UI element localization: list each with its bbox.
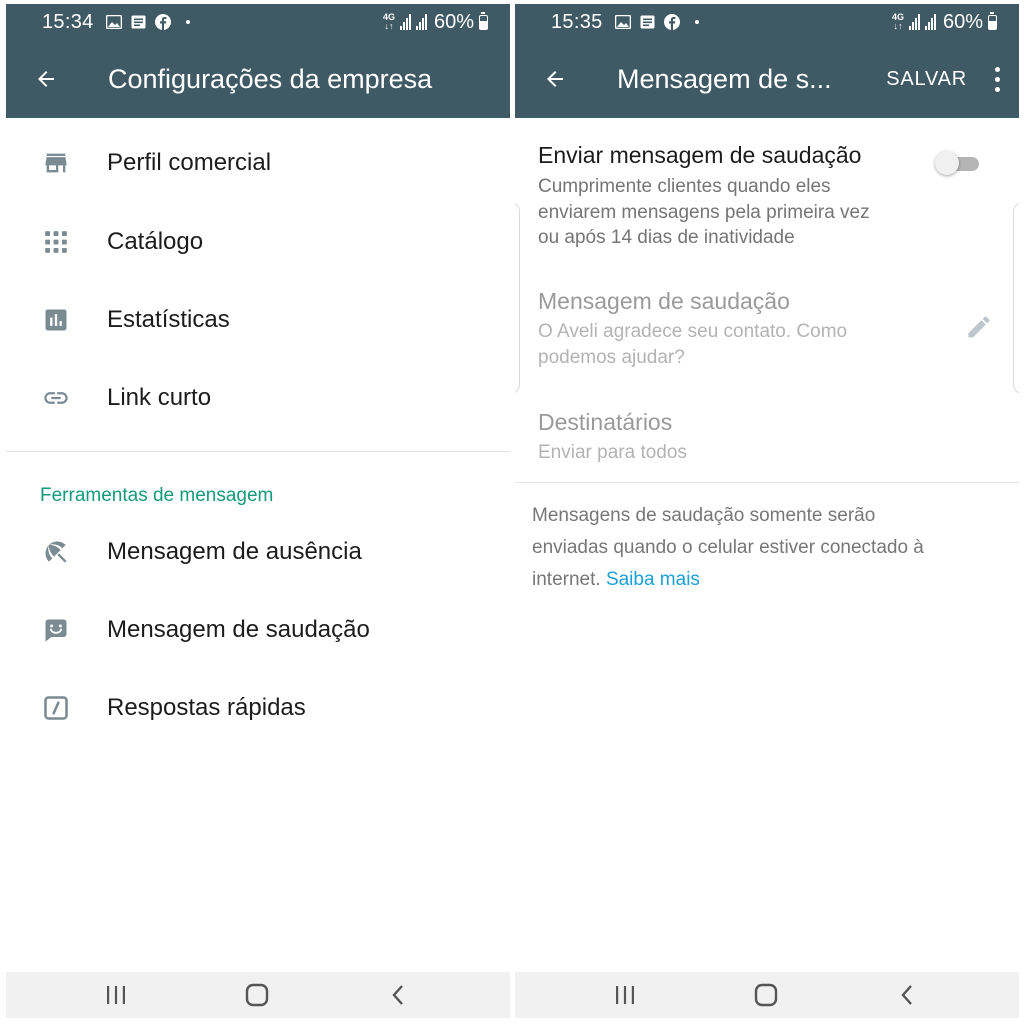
smiley-message-icon (42, 616, 70, 644)
status-time: 15:34 (42, 10, 94, 33)
menu-item-away-message[interactable]: Mensagem de ausência (6, 513, 510, 591)
facebook-notification-icon (663, 14, 680, 30)
bar-chart-icon (42, 306, 70, 334)
app-bar: Configurações da empresa (6, 40, 510, 118)
link-icon (42, 384, 70, 412)
menu-item-short-link[interactable]: Link curto (6, 359, 510, 437)
recents-icon (107, 986, 125, 1004)
status-bar: 15:34 4G ↓↑ 60% (6, 4, 510, 40)
network-type: 4G ↓↑ (382, 12, 395, 31)
pencil-icon (968, 316, 990, 338)
arrow-back-icon (547, 71, 563, 87)
more-vert-icon (994, 66, 1000, 72)
page-title: Mensagem de s... (617, 63, 832, 94)
facebook-notification-icon (154, 14, 171, 30)
signal-icon-2 (924, 14, 936, 30)
battery-icon (479, 11, 488, 30)
status-time: 15:35 (551, 10, 603, 33)
menu-item-statistics[interactable]: Estatísticas (6, 281, 510, 359)
info-note-line2: enviadas quando o celular estiver conect… (532, 537, 924, 558)
chevron-left-icon (901, 985, 912, 1005)
network-type: 4G ↓↑ (891, 12, 904, 31)
news-notification-icon (640, 15, 655, 29)
greeting-message-screen: 15:35 4G ↓↑ 60% Mensagem de s... SALVAR E… (515, 4, 1019, 1018)
send-greeting-toggle[interactable] (935, 150, 981, 176)
info-note-line1: Mensagens de saudação somente serão (532, 505, 876, 526)
recents-button[interactable] (98, 981, 134, 1009)
send-greeting-desc-line3: ou após 14 dias de inatividade (538, 227, 795, 248)
home-button[interactable] (748, 981, 784, 1009)
home-icon (245, 983, 269, 1007)
section-header-messaging-tools: Ferramentas de mensagem (40, 485, 274, 506)
menu-item-catalog[interactable]: Catálogo (6, 203, 510, 281)
save-button[interactable]: SALVAR (886, 68, 967, 91)
home-button[interactable] (239, 981, 275, 1009)
battery-percent: 60% (942, 10, 983, 33)
greeting-message-text-line2: podemos ajudar? (538, 347, 685, 368)
send-greeting-desc-line2: enviarem mensagens pela primeira vez (538, 202, 870, 223)
app-bar: Mensagem de s... SALVAR (515, 40, 1019, 118)
signal-icon (399, 14, 411, 30)
page-title: Configurações da empresa (108, 63, 433, 94)
menu-item-greeting-message[interactable]: Mensagem de saudação (6, 591, 510, 669)
settings-divider (515, 482, 1019, 483)
image-notification-icon (105, 15, 122, 29)
recents-button[interactable] (607, 981, 643, 1009)
battery-percent: 60% (433, 10, 474, 33)
status-bar: 15:35 4G ↓↑ 60% (515, 4, 1019, 40)
store-icon (42, 149, 70, 177)
info-note-line3: internet. (532, 569, 601, 590)
greeting-message-title: Mensagem de saudação (538, 288, 790, 314)
more-options-button[interactable] (985, 59, 1009, 99)
notification-dot (694, 20, 699, 24)
grid-dots-icon (42, 228, 70, 256)
section-divider (6, 451, 510, 452)
battery-icon (988, 11, 997, 30)
edge-overlay-right (1013, 202, 1019, 394)
system-nav-bar (515, 972, 1019, 1018)
menu-item-quick-replies[interactable]: Respostas rápidas (6, 669, 510, 747)
back-button[interactable] (26, 59, 66, 99)
send-greeting-desc-line1: Cumprimente clientes quando eles (538, 176, 831, 197)
recipients-value: Enviar para todos (538, 442, 687, 463)
system-nav-bar (6, 972, 510, 1018)
notification-dot (185, 20, 190, 24)
image-notification-icon (614, 15, 631, 29)
edge-overlay-left (515, 202, 520, 394)
info-note: Mensagens de saudação somente serão envi… (532, 500, 1002, 596)
learn-more-link[interactable]: Saiba mais (606, 569, 700, 590)
menu-item-business-profile[interactable]: Perfil comercial (6, 124, 510, 202)
edit-greeting-button[interactable] (961, 309, 997, 345)
recipients-title: Destinatários (538, 409, 673, 435)
system-back-button[interactable] (889, 981, 925, 1009)
signal-icon (908, 14, 920, 30)
recents-icon (616, 986, 634, 1004)
quick-reply-icon (42, 694, 70, 722)
arrow-back-icon (38, 71, 54, 87)
send-greeting-title: Enviar mensagem de saudação (538, 142, 862, 168)
back-button[interactable] (535, 59, 575, 99)
beach-umbrella-icon (42, 538, 70, 566)
business-settings-screen: 15:34 4G ↓↑ 60% Configurações da empresa … (6, 4, 510, 1018)
greeting-message-text-line1: O Aveli agradece seu contato. Como (538, 321, 848, 342)
news-notification-icon (131, 15, 146, 29)
chevron-left-icon (392, 985, 403, 1005)
home-icon (754, 983, 778, 1007)
system-back-button[interactable] (380, 981, 416, 1009)
signal-icon-2 (415, 14, 427, 30)
